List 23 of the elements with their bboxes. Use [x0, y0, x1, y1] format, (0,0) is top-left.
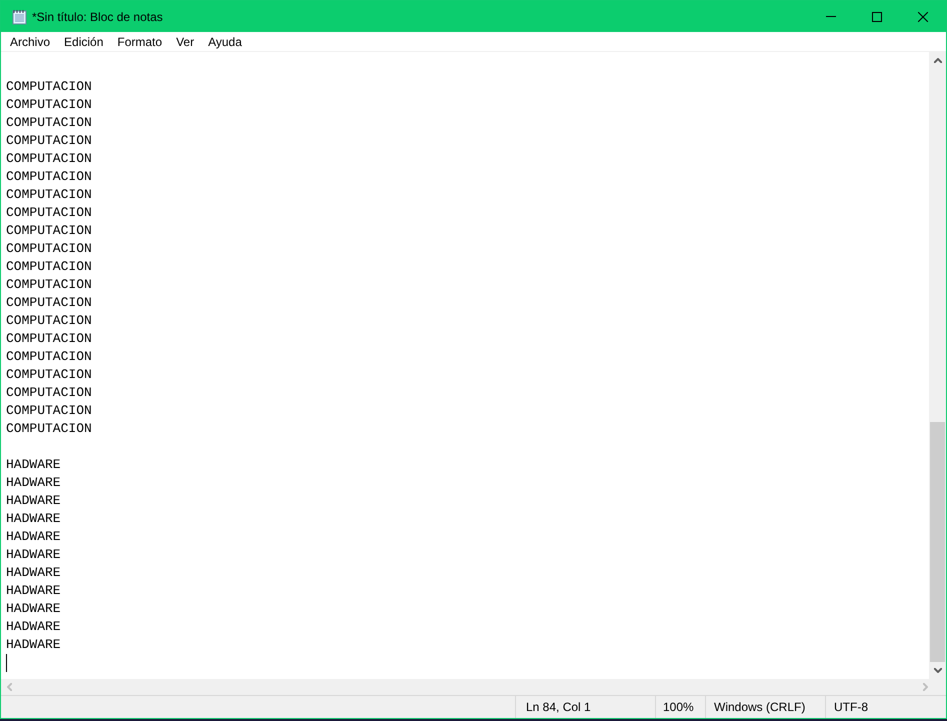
scroll-up-icon[interactable] — [934, 58, 942, 63]
menu-item[interactable]: Archivo — [3, 32, 58, 50]
notepad-icon — [12, 8, 27, 24]
scroll-right-icon[interactable] — [923, 683, 928, 691]
scroll-down-icon[interactable] — [934, 668, 942, 673]
scroll-left-icon[interactable] — [7, 683, 12, 691]
menu-item[interactable]: Ver — [169, 32, 202, 50]
maximize-icon — [872, 12, 882, 22]
line-ending: Windows (CRLF) — [714, 699, 806, 716]
menu-item[interactable]: Formato — [110, 32, 170, 50]
horizontal-scrollbar[interactable] — [1, 679, 946, 696]
vertical-scrollbar[interactable] — [929, 52, 946, 679]
close-icon — [918, 12, 928, 22]
menu-item[interactable]: Ayuda — [201, 32, 249, 50]
text-cursor — [6, 654, 7, 672]
encoding: UTF-8 — [834, 699, 868, 716]
menu-item[interactable]: Edición — [57, 32, 110, 50]
document-text: COMPUTACION COMPUTACION COMPUTACION COMPUTACION COMPUTACION COMPUTACION COMPUTACION COMPUTACION COMPUTACION COMPUTACION COMPUTACION COMPUTACION COMPUTACION COMPUTACION COMPUTACION COMPUTACION COMPUTACION COMPUTACION COMPUTACION COMPUTACION HADWARE HADWARE HADWARE HADWARE HADWARE HADWARE HADWARE HADWARE HADWARE HADWARE HADWARE — [6, 78, 93, 654]
zoom-level: 100% — [663, 699, 694, 716]
cursor-position: Ln 84, Col 1 — [526, 699, 591, 716]
window-title: *Sin título: Bloc de notas — [32, 8, 163, 26]
minimize-icon — [826, 16, 836, 17]
scrollbar-thumb[interactable] — [930, 422, 945, 662]
